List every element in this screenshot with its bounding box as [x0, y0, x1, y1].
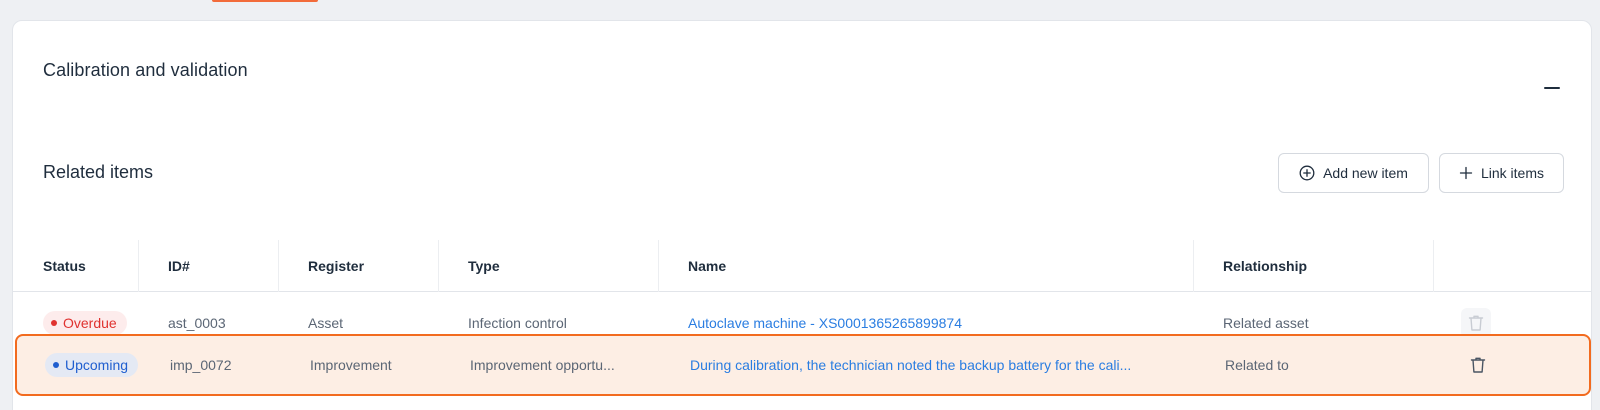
- register-cell: Improvement: [310, 357, 392, 373]
- column-divider: [438, 240, 439, 292]
- status-label: Overdue: [63, 315, 117, 331]
- relationship-cell: Related to: [1225, 357, 1289, 373]
- status-badge: Overdue: [43, 311, 127, 335]
- column-header-name[interactable]: Name: [688, 240, 726, 292]
- plus-circle-icon: [1299, 165, 1315, 181]
- delete-button[interactable]: [1463, 350, 1493, 380]
- column-divider: [1193, 240, 1194, 292]
- calibration-section-card: Calibration and validation Related items…: [12, 20, 1592, 410]
- related-items-title: Related items: [43, 162, 154, 182]
- column-divider: [658, 240, 659, 292]
- column-header-type[interactable]: Type: [468, 240, 500, 292]
- add-new-item-button[interactable]: Add new item: [1278, 153, 1429, 193]
- name-cell: During calibration, the technician noted…: [690, 336, 1170, 394]
- add-new-item-label: Add new item: [1323, 165, 1408, 181]
- trash-icon: [1468, 315, 1484, 331]
- link-items-label: Link items: [1480, 165, 1545, 181]
- column-header-relationship[interactable]: Relationship: [1223, 240, 1307, 292]
- id-cell: imp_0072: [170, 357, 232, 373]
- column-header-status[interactable]: Status: [43, 240, 86, 292]
- type-label: Improvement opportu...: [470, 357, 615, 373]
- minus-icon: [1544, 87, 1560, 89]
- type-label: Infection control: [468, 315, 567, 331]
- trash-icon: [1470, 357, 1486, 373]
- status-dot: [51, 320, 57, 326]
- table-header: Status ID# Register Type Name Relationsh…: [13, 240, 1591, 292]
- table-row-selected[interactable]: Upcoming imp_0072 Improvement Improvemen…: [15, 334, 1591, 396]
- link-items-button[interactable]: Link items: [1439, 153, 1564, 193]
- column-divider: [278, 240, 279, 292]
- status-label: Upcoming: [65, 357, 129, 373]
- section-title: Calibration and validation: [43, 60, 248, 80]
- status-cell: Upcoming: [45, 336, 139, 394]
- active-tab-indicator: [212, 0, 318, 2]
- status-dot: [53, 362, 59, 368]
- name-link[interactable]: During calibration, the technician noted…: [690, 357, 1131, 373]
- status-badge: Upcoming: [45, 353, 139, 377]
- name-link[interactable]: Autoclave machine - XS0001365265899874: [688, 315, 962, 331]
- column-header-register[interactable]: Register: [308, 240, 364, 292]
- type-cell: Improvement opportu...: [470, 336, 650, 394]
- collapse-button[interactable]: [1543, 79, 1561, 97]
- column-header-id[interactable]: ID#: [168, 240, 190, 292]
- plus-icon: [1459, 166, 1473, 180]
- column-divider: [1433, 240, 1434, 292]
- column-divider: [138, 240, 139, 292]
